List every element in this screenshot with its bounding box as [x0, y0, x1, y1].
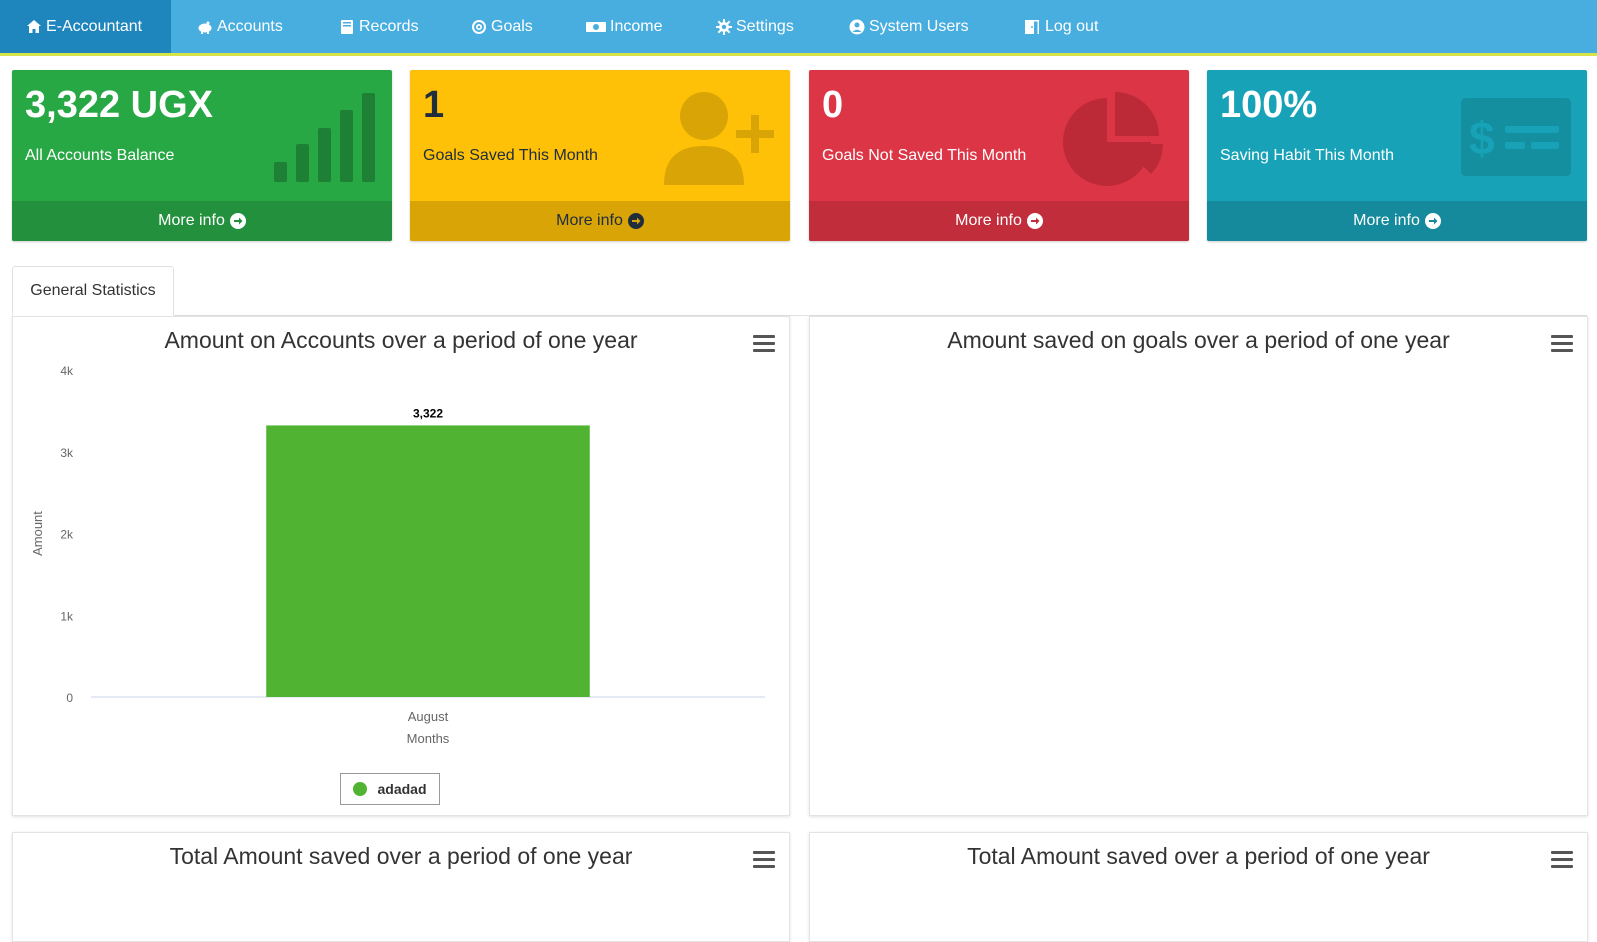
more-info-link[interactable]: More info [809, 201, 1189, 241]
tab-general-statistics[interactable]: General Statistics [12, 266, 174, 316]
nav-label: Income [610, 17, 663, 35]
more-info-label: More info [556, 212, 623, 229]
stat-label: Goals Not Saved This Month [822, 147, 1027, 164]
nav-item-records[interactable]: Records [339, 0, 419, 53]
chart-panel-total-saved-2: Total Amount saved over a period of one … [809, 832, 1588, 942]
nav-label: Goals [491, 17, 533, 35]
stat-value: 3,322 UGX [25, 84, 213, 126]
money-check-icon: $ [1461, 98, 1571, 176]
chart-title: Total Amount saved over a period of one … [169, 843, 633, 869]
data-label: 3,322 [413, 406, 443, 420]
home-icon [27, 19, 41, 33]
more-info-link[interactable]: More info [1207, 201, 1587, 241]
nav-item-income[interactable]: Income [586, 0, 662, 53]
nav-item-settings[interactable]: Settings [716, 0, 794, 53]
stat-label: Goals Saved This Month [423, 147, 598, 164]
nav-brand[interactable]: E-Accountant [0, 0, 171, 53]
y-tick-label: 3k [60, 446, 74, 460]
gear-icon [716, 18, 732, 35]
target-icon [472, 19, 486, 34]
piggy-bank-icon [198, 21, 212, 34]
more-info-label: More info [955, 212, 1022, 229]
bar-chart: 0 1k 2k 3k 4k Amount 3,322 August Months [30, 364, 765, 746]
user-circle-icon [849, 19, 865, 34]
arrow-circle-right-icon [627, 213, 644, 229]
chart-title: Total Amount saved over a period of one … [967, 843, 1430, 869]
nav-item-system-users[interactable]: System Users [849, 0, 969, 53]
nav-label: Accounts [217, 17, 283, 35]
y-axis-title: Amount [30, 511, 45, 556]
nav-item-logout[interactable]: Log out [1023, 0, 1098, 53]
book-icon [341, 19, 353, 34]
more-info-label: More info [1353, 212, 1420, 229]
stat-box-goals-saved: 1 Goals Saved This Month More info [410, 70, 790, 241]
y-tick-label: 2k [60, 528, 74, 542]
chart-panel-accounts: Amount on Accounts over a period of one … [12, 316, 790, 816]
stat-label: All Accounts Balance [25, 147, 175, 164]
legend-dot [353, 782, 368, 796]
more-info-link[interactable]: More info [12, 201, 392, 241]
nav-item-goals[interactable]: Goals [471, 0, 533, 53]
signal-bars-icon [274, 93, 375, 182]
chart-title: Amount saved on goals over a period of o… [947, 327, 1450, 353]
door-open-icon [1025, 19, 1039, 34]
stat-value: 1 [423, 84, 445, 126]
bar [266, 425, 590, 697]
y-tick-label: 0 [66, 691, 73, 705]
more-info-link[interactable]: More info [410, 201, 790, 241]
nav-label: Log out [1045, 17, 1099, 35]
chart-legend[interactable]: adadad [340, 773, 440, 805]
chart-panel-goals: Amount saved on goals over a period of o… [809, 316, 1588, 816]
x-axis-title: Months [407, 731, 450, 746]
stat-box-accounts-balance: 3,322 UGX All Accounts Balance More info [12, 70, 392, 241]
x-tick-label: August [408, 709, 449, 724]
chart-menu-button[interactable] [753, 851, 775, 869]
user-plus-icon [664, 92, 774, 185]
legend-label: adadad [377, 781, 427, 797]
nav-label: System Users [869, 17, 969, 35]
stat-value: 100% [1220, 84, 1318, 126]
stat-box-saving-habit: 100% Saving Habit This Month $ More info [1207, 70, 1587, 241]
pie-chart-icon [1063, 92, 1163, 186]
arrow-circle-right-icon [1424, 213, 1441, 229]
money-bill-icon [586, 21, 606, 32]
stat-box-goals-not-saved: 0 Goals Not Saved This Month More info [809, 70, 1189, 241]
chart-panel-total-saved: Total Amount saved over a period of one … [12, 832, 790, 942]
top-navbar: E-Accountant Accounts Records Goals Inco… [0, 0, 1597, 56]
chart-menu-button[interactable] [1551, 335, 1573, 353]
y-tick-label: 1k [60, 609, 74, 623]
stat-label: Saving Habit This Month [1220, 147, 1395, 164]
tab-label: General Statistics [30, 282, 156, 299]
nav-brand-label: E-Accountant [46, 17, 143, 35]
arrow-circle-right-icon [229, 213, 246, 229]
chart-menu-button[interactable] [1551, 851, 1573, 869]
svg-text:$: $ [1469, 112, 1495, 164]
arrow-circle-right-icon [1026, 213, 1043, 229]
nav-label: Records [359, 17, 419, 35]
more-info-label: More info [158, 212, 225, 229]
stat-value: 0 [822, 84, 844, 126]
y-tick-label: 4k [60, 364, 74, 378]
nav-label: Settings [736, 17, 794, 35]
nav-item-accounts[interactable]: Accounts [197, 0, 283, 53]
